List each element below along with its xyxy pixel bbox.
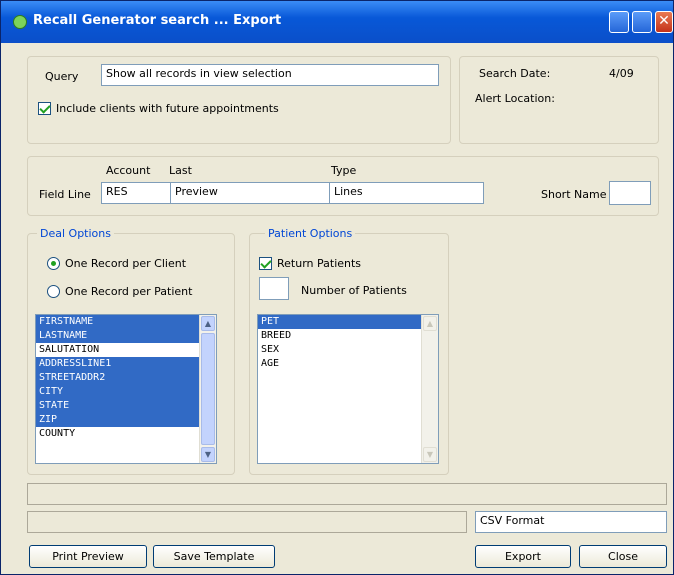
last-column-label: Last <box>169 164 192 177</box>
close-icon: ✕ <box>658 13 670 29</box>
scroll-up-icon[interactable]: ▲ <box>201 316 215 331</box>
type-input[interactable]: Lines <box>329 182 484 204</box>
type-column-label: Type <box>331 164 357 177</box>
return-patients-label: Return Patients <box>277 257 362 270</box>
title-bar: Recall Generator search ... Export ✕ <box>1 1 673 43</box>
number-of-patients-label: Number of Patients <box>301 284 407 297</box>
preview-input[interactable]: Preview <box>170 182 330 204</box>
format-dropdown[interactable]: CSV Format <box>475 511 667 533</box>
app-icon <box>13 15 27 29</box>
maximize-button[interactable] <box>632 11 652 33</box>
list-item[interactable]: ZIP <box>36 413 216 427</box>
include-future-checkbox[interactable] <box>38 102 51 115</box>
status-bar-1 <box>27 483 667 505</box>
list-item[interactable]: BREED <box>258 329 438 343</box>
list-item[interactable]: CITY <box>36 385 216 399</box>
patient-fields-scrollbar[interactable]: ▲ ▼ <box>421 315 438 463</box>
save-template-button[interactable]: Save Template <box>153 545 275 568</box>
export-button[interactable]: Export <box>475 545 571 568</box>
one-per-patient-label: One Record per Patient <box>65 285 193 298</box>
list-item[interactable]: AGE <box>258 357 438 371</box>
list-item[interactable]: SEX <box>258 343 438 357</box>
one-per-patient-radio[interactable] <box>47 285 60 298</box>
export-window: Recall Generator search ... Export ✕ Que… <box>0 0 674 575</box>
patient-options-title: Patient Options <box>265 227 356 240</box>
close-window-button[interactable]: ✕ <box>655 11 673 33</box>
print-preview-button[interactable]: Print Preview <box>29 545 147 568</box>
list-item[interactable]: PET <box>258 315 438 329</box>
status-bar-2 <box>27 511 467 533</box>
scroll-down-icon[interactable]: ▼ <box>423 447 437 462</box>
search-date-value: 4/09 <box>609 67 634 80</box>
query-label: Query <box>45 70 79 83</box>
include-future-label: Include clients with future appointments <box>56 102 279 115</box>
query-input[interactable]: Show all records in view selection <box>101 64 439 86</box>
one-per-client-radio[interactable] <box>47 257 60 270</box>
field-line-label: Field Line <box>39 188 91 201</box>
list-item[interactable]: FIRSTNAME <box>36 315 216 329</box>
list-item[interactable]: STATE <box>36 399 216 413</box>
number-of-patients-input[interactable] <box>259 277 289 300</box>
short-name-input[interactable] <box>609 181 651 205</box>
list-item[interactable]: COUNTY <box>36 427 216 441</box>
account-input[interactable]: RES <box>101 182 171 204</box>
list-item[interactable]: SALUTATION <box>36 343 216 357</box>
deal-options-title: Deal Options <box>37 227 114 240</box>
list-item[interactable]: LASTNAME <box>36 329 216 343</box>
scroll-down-icon[interactable]: ▼ <box>201 447 215 462</box>
account-column-label: Account <box>106 164 151 177</box>
search-date-label: Search Date: <box>479 67 551 80</box>
scroll-up-icon[interactable]: ▲ <box>423 316 437 331</box>
scroll-thumb[interactable] <box>201 333 215 445</box>
alert-location-label: Alert Location: <box>475 92 555 105</box>
minimize-button[interactable] <box>609 11 629 33</box>
short-name-label: Short Name <box>541 188 607 201</box>
patient-fields-list[interactable]: PET BREED SEX AGE ▲ ▼ <box>257 314 439 464</box>
client-fields-scrollbar[interactable]: ▲ ▼ <box>199 315 216 463</box>
window-title: Recall Generator search ... Export <box>33 13 282 28</box>
client-fields-list[interactable]: FIRSTNAME LASTNAME SALUTATION ADDRESSLINE1 S… <box>35 314 217 464</box>
return-patients-checkbox[interactable] <box>259 257 272 270</box>
one-per-client-label: One Record per Client <box>65 257 187 270</box>
list-item[interactable]: STREETADDR2 <box>36 371 216 385</box>
close-button[interactable]: Close <box>579 545 667 568</box>
list-item[interactable]: ADDRESSLINE1 <box>36 357 216 371</box>
